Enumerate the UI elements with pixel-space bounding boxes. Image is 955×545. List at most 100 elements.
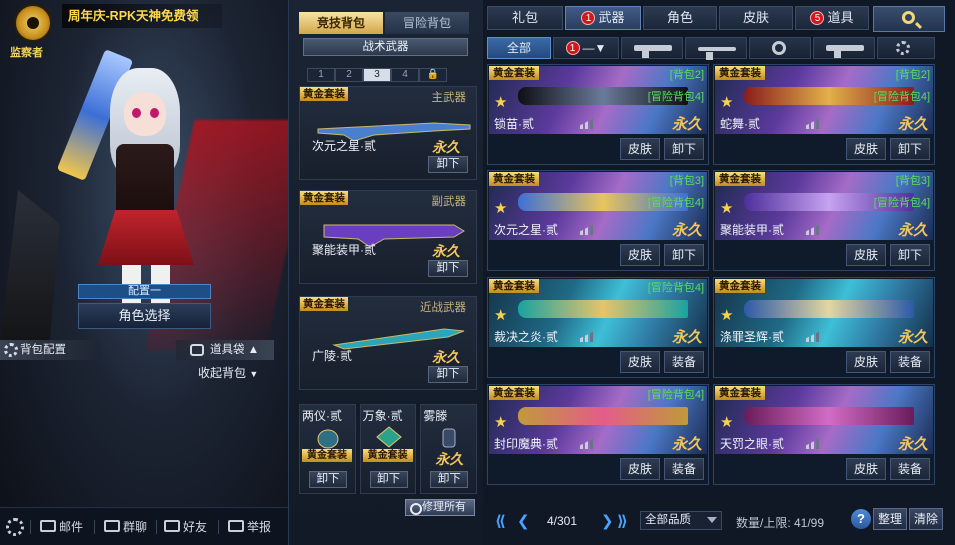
weapon-card[interactable]: 黄金套装 ★ [背包2] [冒险背包4] 锁苗·贰 永久 皮肤 卸下 bbox=[487, 64, 709, 165]
first-page-icon[interactable]: ⟪ bbox=[495, 512, 506, 530]
melee-weapon-slot[interactable]: 黄金套装 近战武器 广陵·贰 永久 卸下 bbox=[299, 296, 477, 390]
tab-gift[interactable]: 礼包 bbox=[487, 6, 563, 30]
bag-slot-tab[interactable]: 2 bbox=[335, 68, 363, 82]
grenade-slot[interactable]: 雾滕 永久 卸下 bbox=[420, 404, 478, 494]
role-select-button[interactable]: 角色选择 bbox=[78, 303, 211, 329]
skin-button[interactable]: 皮肤 bbox=[620, 138, 660, 160]
gold-set-tag: 黄金套装 bbox=[715, 172, 765, 186]
gold-set-tag: 黄金套装 bbox=[362, 449, 413, 462]
promo-banner[interactable]: 周年庆-RPK天神免费领 bbox=[62, 4, 222, 28]
star-icon: ★ bbox=[720, 200, 734, 217]
secondary-weapon-slot[interactable]: 黄金套装 副武器 聚能装甲·贰 永久 卸下 bbox=[299, 190, 477, 284]
weapon-card[interactable]: 黄金套装 ★ [冒险背包4] 封印魔典·贰 永久 皮肤 装备 bbox=[487, 384, 709, 485]
weapon-card[interactable]: 黄金套装 ★ [背包2] [冒险背包4] 蛇舞·贰 永久 皮肤 卸下 bbox=[713, 64, 935, 165]
skin-button[interactable]: 皮肤 bbox=[846, 458, 886, 480]
weapon-type: 副武器 bbox=[431, 196, 467, 208]
permanent-label: 永久 bbox=[897, 116, 928, 133]
loadout-panel: 竞技背包 冒险背包 战术武器 1 2 3 4 🔒 黄金套装 主武器 次元之星·贰… bbox=[288, 0, 483, 545]
weapon-type: 主武器 bbox=[431, 92, 467, 104]
unequip-button[interactable]: 卸下 bbox=[428, 156, 468, 173]
primary-weapon-slot[interactable]: 黄金套装 主武器 次元之星·贰 永久 卸下 bbox=[299, 86, 477, 180]
next-page-icon[interactable]: ❯ bbox=[601, 512, 614, 530]
bag-slot-tab[interactable]: 4 bbox=[391, 68, 419, 82]
report-button[interactable]: 举报 bbox=[228, 517, 271, 537]
last-page-icon[interactable]: ⟫ bbox=[617, 512, 628, 530]
repair-all-button[interactable]: 修理所有 bbox=[405, 499, 475, 516]
tab-items[interactable]: 5 道具 bbox=[795, 6, 869, 30]
unequip-button[interactable]: 卸下 bbox=[664, 244, 704, 266]
game-inventory-screen: 监察者 周年庆-RPK天神免费领 配置一 角色选择 背包配置 道具袋 ▲ 收起背… bbox=[0, 0, 955, 545]
weapon-image bbox=[518, 300, 688, 318]
grenade-slot[interactable]: 两仪·贰 黄金套装 卸下 bbox=[299, 404, 356, 494]
skin-button[interactable]: 皮肤 bbox=[846, 244, 886, 266]
search-button[interactable] bbox=[873, 6, 945, 32]
filter-all[interactable]: 全部 bbox=[487, 37, 551, 59]
unequip-button[interactable]: 卸下 bbox=[369, 471, 408, 488]
filter-settings[interactable] bbox=[877, 37, 935, 59]
skin-button[interactable]: 皮肤 bbox=[620, 458, 660, 480]
unequip-button[interactable]: 卸下 bbox=[428, 260, 468, 277]
unequip-button[interactable]: 卸下 bbox=[309, 471, 347, 488]
knife-icon bbox=[698, 47, 736, 60]
collapse-bag-button[interactable]: 收起背包 ▼ bbox=[198, 364, 258, 381]
star-icon: ★ bbox=[494, 200, 508, 217]
filter-rifle[interactable]: 1 —▼ bbox=[553, 37, 619, 59]
bag-slot-tab[interactable]: 1 bbox=[307, 68, 335, 82]
filter-grenade[interactable] bbox=[749, 37, 811, 59]
help-icon[interactable]: ? bbox=[851, 509, 871, 529]
tab-label: 角色 bbox=[666, 10, 693, 25]
filter-pistol[interactable] bbox=[621, 37, 683, 59]
prev-page-icon[interactable]: ❮ bbox=[517, 512, 530, 530]
tactical-weapon-button[interactable]: 战术武器 bbox=[303, 38, 468, 56]
gold-set-tag: 黄金套装 bbox=[715, 386, 765, 400]
skin-button[interactable]: 皮肤 bbox=[620, 351, 660, 373]
tab-competitive-bag[interactable]: 竞技背包 bbox=[299, 12, 383, 34]
filter-heavy[interactable] bbox=[813, 37, 875, 59]
item-bag-label: 道具袋 bbox=[210, 344, 245, 356]
weapon-card[interactable]: 黄金套装 ★ 天罚之眼·贰 永久 皮肤 装备 bbox=[713, 384, 935, 485]
group-chat-button[interactable]: 群聊 bbox=[104, 517, 147, 537]
tab-weapon[interactable]: 1 武器 bbox=[565, 6, 641, 30]
weapon-card[interactable]: 黄金套装 ★ [背包3] [冒险背包4] 聚能装甲·贰 永久 皮肤 卸下 bbox=[713, 170, 935, 271]
skin-button[interactable]: 皮肤 bbox=[846, 351, 886, 373]
tab-skin[interactable]: 皮肤 bbox=[719, 6, 793, 30]
tab-label: 武器 bbox=[598, 10, 625, 25]
filter-melee[interactable] bbox=[685, 37, 747, 60]
sort-button[interactable]: 整理 bbox=[873, 508, 907, 530]
permanent-label: 永久 bbox=[671, 222, 702, 239]
equip-button[interactable]: 装备 bbox=[664, 351, 704, 373]
gold-set-tag: 黄金套装 bbox=[300, 87, 348, 101]
unequip-button[interactable]: 卸下 bbox=[430, 471, 469, 488]
unequip-button[interactable]: 卸下 bbox=[428, 366, 468, 383]
skin-button[interactable]: 皮肤 bbox=[620, 244, 660, 266]
permanent-label: 永久 bbox=[897, 436, 928, 453]
weapon-card[interactable]: 黄金套装 ★ [冒险背包4] 裁决之炎·贰 永久 皮肤 装备 bbox=[487, 277, 709, 378]
tab-adventure-bag[interactable]: 冒险背包 bbox=[385, 12, 469, 34]
equip-button[interactable]: 装备 bbox=[890, 351, 930, 373]
weapon-name: 广陵·贰 bbox=[312, 349, 352, 363]
clear-button[interactable]: 清除 bbox=[909, 508, 943, 530]
grenade-slot[interactable]: 万象·贰 黄金套装 卸下 bbox=[359, 404, 417, 494]
equip-button[interactable]: 装备 bbox=[664, 458, 704, 480]
rifle-filter-icon: —▼ bbox=[582, 41, 607, 55]
tab-label: 道具 bbox=[827, 10, 854, 25]
bag-slot-tab[interactable]: 3 bbox=[363, 68, 391, 82]
lock-icon[interactable]: 🔒 bbox=[419, 68, 447, 82]
weapon-card[interactable]: 黄金套装 ★ [背包3] [冒险背包4] 次元之星·贰 永久 皮肤 卸下 bbox=[487, 170, 709, 271]
settings-icon[interactable] bbox=[6, 518, 24, 536]
weapon-card[interactable]: 黄金套装 ★ 涤罪圣辉·贰 永久 皮肤 装备 bbox=[713, 277, 935, 378]
skin-button[interactable]: 皮肤 bbox=[846, 138, 886, 160]
mail-button[interactable]: 邮件 bbox=[40, 517, 83, 537]
quality-select[interactable]: 全部品质 bbox=[640, 511, 722, 530]
star-icon: ★ bbox=[720, 414, 734, 431]
divider bbox=[30, 520, 31, 534]
equip-button[interactable]: 装备 bbox=[890, 458, 930, 480]
bag-config-button[interactable]: 背包配置 bbox=[0, 340, 100, 360]
unequip-button[interactable]: 卸下 bbox=[664, 138, 704, 160]
unequip-button[interactable]: 卸下 bbox=[890, 138, 930, 160]
rank-logo[interactable]: 监察者 bbox=[8, 4, 60, 59]
unequip-button[interactable]: 卸下 bbox=[890, 244, 930, 266]
item-bag-button[interactable]: 道具袋 ▲ bbox=[176, 340, 274, 360]
friends-button[interactable]: 好友 bbox=[164, 517, 207, 537]
tab-character[interactable]: 角色 bbox=[643, 6, 717, 30]
